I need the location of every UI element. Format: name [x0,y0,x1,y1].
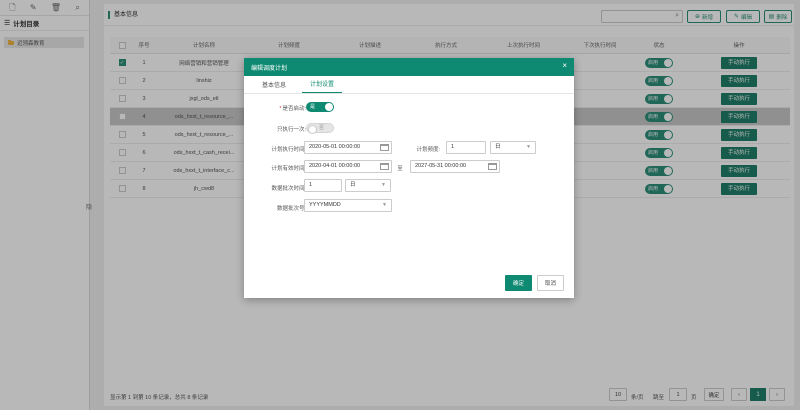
exec-time-input[interactable]: 2020-05-01 00:00:00 [304,141,392,154]
modal-title: 编辑调度计划 [251,65,288,72]
run-once-label: 只执行一次: [276,127,306,133]
auto-start-label: *是否启动: [279,106,306,112]
to-label: 至 [397,166,403,172]
chevron-down-icon: ▼ [526,144,531,150]
calendar-icon[interactable] [488,163,497,170]
calendar-icon[interactable] [380,163,389,170]
auto-start-switch[interactable]: 是 [306,102,334,112]
edit-schedule-modal: 编辑调度计划 × 基本信息 计划设置 *是否启动: 是 只执行一次: 否 计划执… [244,58,574,298]
valid-time-label: 计划有效时间: [271,166,306,172]
modal-header: 编辑调度计划 × [244,58,574,76]
batch-time-input[interactable]: 1 [304,179,342,192]
chevron-down-icon: ▼ [381,182,386,188]
valid-start-input[interactable]: 2020-04-01 00:00:00 [304,160,392,173]
close-icon[interactable]: × [562,62,567,70]
tab-basic-info[interactable]: 基本信息 [254,80,294,93]
batch-time-label: 数据批次时间: [271,186,306,192]
exec-time-label: 计划执行时间: [271,147,306,153]
calendar-icon[interactable] [380,144,389,151]
cancel-button[interactable]: 取消 [537,275,564,291]
modal-tabs: 基本信息 计划设置 [244,76,574,94]
freq-unit-select[interactable]: 日 ▼ [490,141,536,154]
tab-plan-settings[interactable]: 计划设置 [302,79,343,93]
freq-input[interactable]: 1 [446,141,486,154]
chevron-down-icon: ▼ [382,202,387,208]
confirm-button[interactable]: 确定 [505,275,532,291]
batch-no-select[interactable]: YYYYMMDD ▼ [304,199,392,212]
freq-label: 计划频度: [416,147,440,153]
valid-end-input[interactable]: 2027-05-31 00:00:00 [410,160,500,173]
batch-no-label: 数据批次号: [276,206,306,212]
batch-time-unit-select[interactable]: 日 ▼ [345,179,391,192]
run-once-switch[interactable]: 否 [306,123,334,134]
